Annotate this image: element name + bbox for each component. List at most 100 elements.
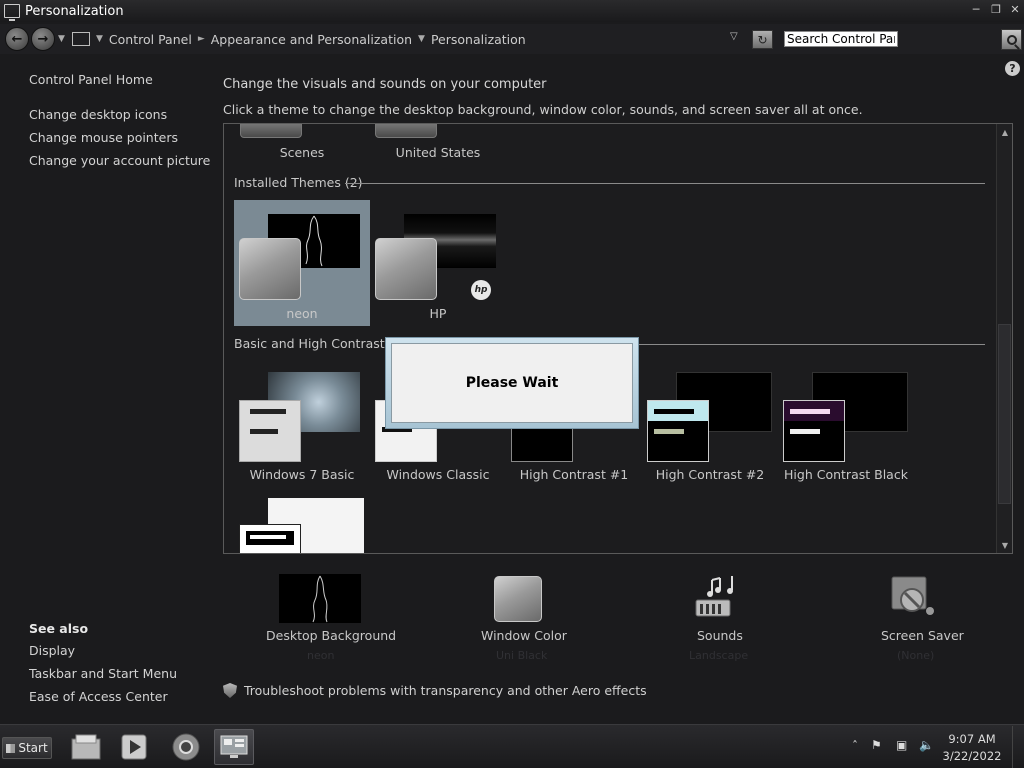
breadcrumb-control-panel[interactable]: Control Panel bbox=[109, 32, 192, 47]
theme-label-windows-7-basic[interactable]: Windows 7 Basic bbox=[234, 467, 370, 482]
forward-button[interactable]: → bbox=[31, 27, 55, 51]
sounds-link[interactable]: Sounds bbox=[697, 628, 743, 643]
theme-label-united-states[interactable]: United States bbox=[388, 145, 488, 160]
chrome-taskbar-icon[interactable] bbox=[166, 729, 206, 765]
sounds-value: Landscape bbox=[689, 649, 749, 662]
display-link[interactable]: Display bbox=[29, 643, 75, 658]
please-wait-dialog: Please Wait bbox=[385, 337, 639, 429]
breadcrumb: ▼ Control Panel ► Appearance and Persona… bbox=[72, 27, 752, 51]
search-input[interactable] bbox=[784, 31, 898, 47]
volume-muted-icon[interactable]: 🔈 bbox=[919, 738, 934, 752]
network-icon[interactable]: ▣ bbox=[896, 738, 907, 752]
scenes-theme-thumbnail[interactable] bbox=[240, 124, 302, 138]
shield-icon bbox=[223, 683, 237, 698]
hc2-window-preview bbox=[647, 400, 709, 462]
theme-neon[interactable]: neon bbox=[234, 200, 370, 326]
window-color-link[interactable]: Window Color bbox=[481, 628, 567, 643]
preview-bar bbox=[654, 429, 684, 434]
recent-pages-dropdown[interactable]: ▼ bbox=[58, 34, 65, 44]
window-color-icon[interactable] bbox=[494, 576, 542, 622]
close-button[interactable]: ✕ bbox=[1006, 0, 1024, 18]
show-hidden-icons-button[interactable]: ˆ bbox=[852, 739, 858, 753]
address-dropdown-button[interactable]: ▽ bbox=[730, 31, 738, 42]
breadcrumb-appearance[interactable]: Appearance and Personalization bbox=[211, 32, 412, 47]
control-panel-home-link[interactable]: Control Panel Home bbox=[29, 72, 153, 87]
file-explorer-taskbar-icon[interactable] bbox=[66, 729, 106, 765]
monitor-icon bbox=[4, 4, 20, 21]
theme-label-scenes[interactable]: Scenes bbox=[262, 145, 342, 160]
theme-high-contrast-2[interactable]: High Contrast #2 bbox=[642, 360, 778, 486]
change-mouse-pointers-link[interactable]: Change mouse pointers bbox=[29, 130, 178, 145]
windows-logo-icon bbox=[6, 743, 16, 753]
installed-themes-heading: Installed Themes (2) bbox=[234, 175, 363, 190]
refresh-button[interactable]: ↻ bbox=[752, 30, 773, 49]
sounds-icon[interactable] bbox=[692, 574, 740, 620]
folder-icon bbox=[71, 734, 101, 760]
theme-label-high-contrast-2[interactable]: High Contrast #2 bbox=[642, 467, 778, 482]
search-icon bbox=[1006, 34, 1017, 45]
search-button[interactable] bbox=[1001, 29, 1022, 50]
control-panel-taskbar-icon[interactable] bbox=[214, 729, 254, 765]
neon-glass-preview bbox=[239, 238, 301, 300]
theme-label-windows-classic[interactable]: Windows Classic bbox=[370, 467, 506, 482]
show-desktop-button[interactable] bbox=[1012, 726, 1024, 768]
theme-windows-7-basic[interactable]: Windows 7 Basic bbox=[234, 360, 370, 486]
window-color-value: Uni Black bbox=[496, 649, 548, 662]
screen-saver-none-icon bbox=[891, 576, 934, 615]
preview-bar bbox=[790, 409, 830, 414]
theme-label-hp[interactable]: HP bbox=[370, 306, 506, 321]
theme-high-contrast-white[interactable] bbox=[234, 498, 370, 553]
window-controls: ─ ❐ ✕ bbox=[966, 0, 1024, 18]
help-button[interactable]: ? bbox=[1005, 61, 1020, 76]
scroll-down-arrow[interactable]: ▼ bbox=[997, 537, 1012, 553]
chrome-icon bbox=[172, 733, 200, 761]
section-divider bbox=[634, 344, 985, 345]
scroll-thumb[interactable] bbox=[998, 324, 1011, 504]
maximize-button[interactable]: ❐ bbox=[986, 0, 1006, 18]
troubleshoot-transparency-link[interactable]: Troubleshoot problems with transparency … bbox=[244, 683, 647, 698]
please-wait-message: Please Wait bbox=[391, 343, 633, 423]
theme-label-high-contrast-black[interactable]: High Contrast Black bbox=[778, 467, 914, 482]
back-button[interactable]: ← bbox=[5, 27, 29, 51]
theme-list-scrollbar[interactable]: ▲ ▼ bbox=[996, 124, 1012, 553]
chevron-down-icon[interactable]: ▼ bbox=[96, 34, 103, 44]
screen-saver-icon[interactable] bbox=[888, 573, 936, 621]
chevron-down-icon[interactable]: ▼ bbox=[418, 34, 425, 44]
preview-bar bbox=[250, 429, 278, 434]
play-icon bbox=[121, 734, 147, 760]
music-notes-icon bbox=[695, 576, 733, 617]
theme-label-neon[interactable]: neon bbox=[234, 306, 370, 321]
desktop-background-link[interactable]: Desktop Background bbox=[266, 628, 396, 643]
breadcrumb-personalization[interactable]: Personalization bbox=[431, 32, 526, 47]
change-account-picture-link[interactable]: Change your account picture bbox=[29, 153, 210, 168]
media-player-taskbar-icon[interactable] bbox=[114, 729, 154, 765]
start-button[interactable]: Start bbox=[2, 737, 52, 759]
chevron-right-icon[interactable]: ► bbox=[198, 34, 205, 44]
page-title: Change the visuals and sounds on your co… bbox=[223, 77, 547, 92]
preview-bar bbox=[250, 535, 286, 539]
action-center-flag-icon[interactable]: ⚑ bbox=[871, 738, 882, 752]
clock-date[interactable]: 3/22/2022 bbox=[940, 749, 1004, 763]
section-divider bbox=[345, 183, 985, 184]
theme-label-high-contrast-1[interactable]: High Contrast #1 bbox=[506, 467, 642, 482]
ease-of-access-link[interactable]: Ease of Access Center bbox=[29, 689, 168, 704]
theme-high-contrast-black[interactable]: High Contrast Black bbox=[778, 360, 914, 486]
preview-bar bbox=[654, 409, 694, 414]
united-states-theme-thumbnail[interactable] bbox=[375, 124, 437, 138]
preview-bar bbox=[790, 429, 820, 434]
minimize-button[interactable]: ─ bbox=[966, 0, 986, 18]
theme-hp[interactable]: hp HP bbox=[370, 200, 506, 326]
hcb-window-preview bbox=[783, 400, 845, 462]
control-panel-icon[interactable] bbox=[72, 32, 90, 46]
taskbar-start-menu-link[interactable]: Taskbar and Start Menu bbox=[29, 666, 177, 681]
screen-saver-link[interactable]: Screen Saver bbox=[881, 628, 964, 643]
control-panel-icon bbox=[220, 735, 248, 758]
desktop-background-icon[interactable] bbox=[279, 574, 361, 623]
see-also-heading: See also bbox=[29, 621, 89, 636]
preview-bar bbox=[250, 409, 286, 414]
change-desktop-icons-link[interactable]: Change desktop icons bbox=[29, 107, 167, 122]
clock-time[interactable]: 9:07 AM bbox=[944, 732, 1000, 746]
title-bar: Personalization ─ ❐ ✕ bbox=[0, 0, 1024, 22]
scroll-up-arrow[interactable]: ▲ bbox=[997, 124, 1012, 140]
neon-figure-icon bbox=[312, 575, 328, 623]
